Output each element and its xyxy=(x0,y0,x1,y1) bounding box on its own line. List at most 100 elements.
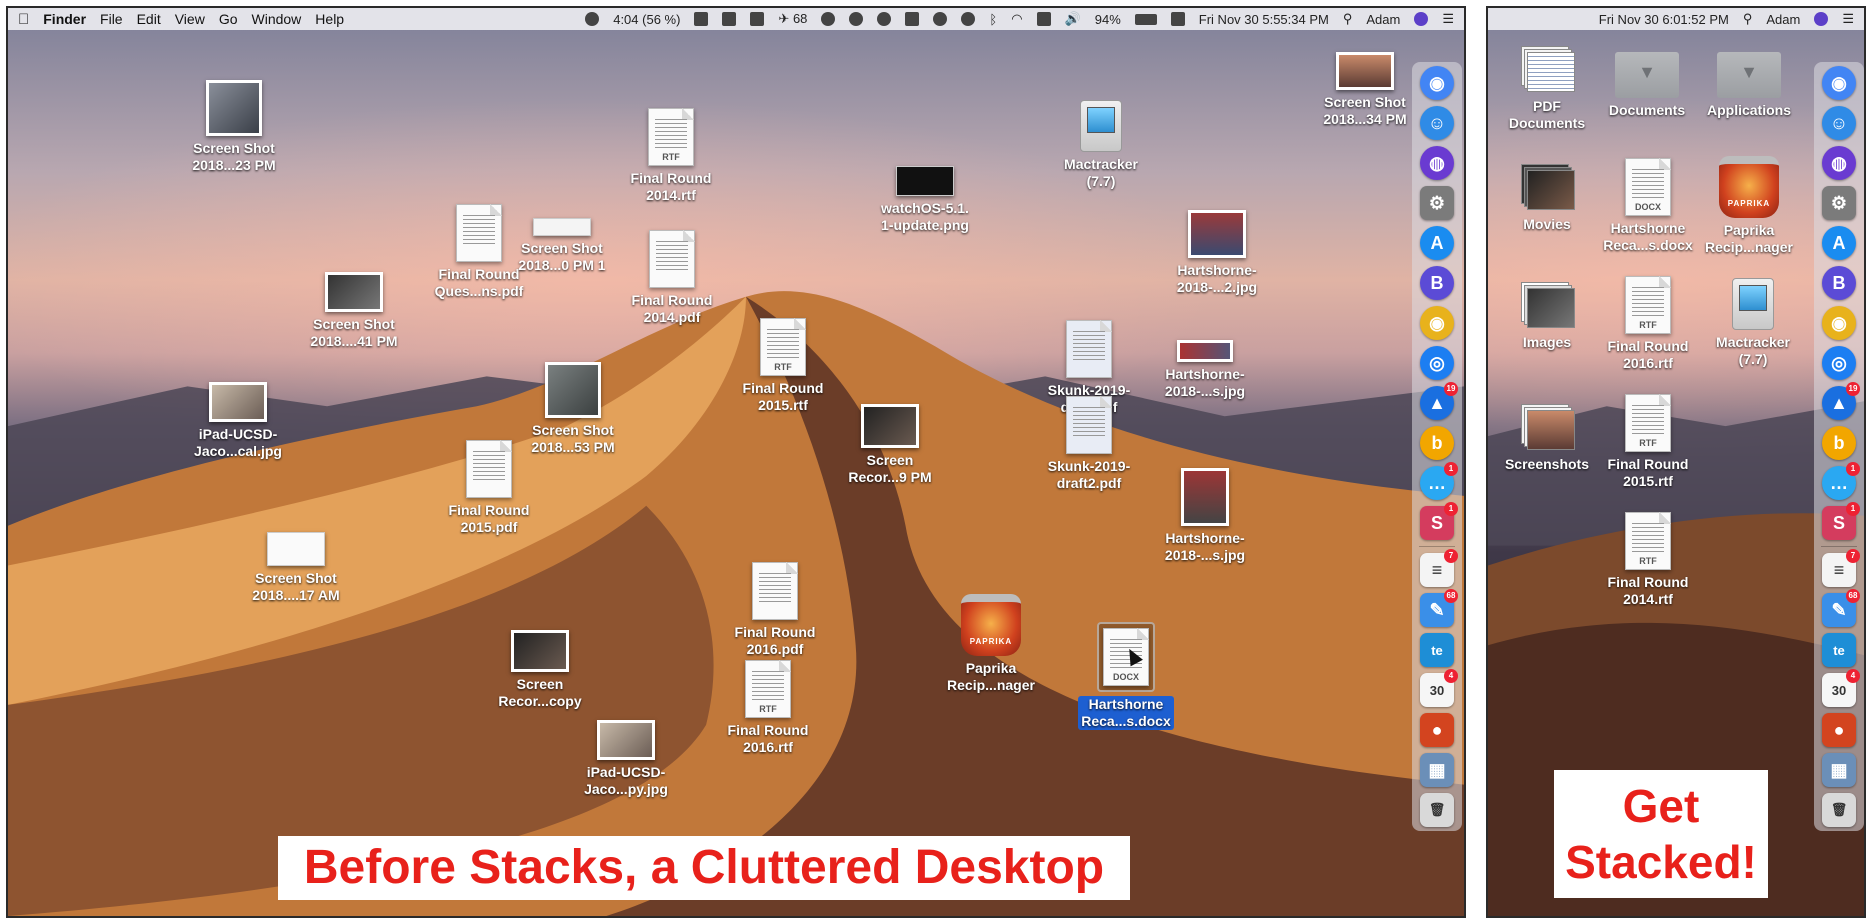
trash-icon[interactable]: 🗑 xyxy=(1822,793,1856,827)
desktop-item[interactable]: RTF Final Round 2015.rtf xyxy=(718,318,848,414)
desktop-item[interactable]: Mactracker (7.7) xyxy=(1688,278,1818,368)
menu-app-finder[interactable]: Finder xyxy=(43,11,86,27)
calendar-icon[interactable]: 30 4 xyxy=(1822,669,1860,707)
chrome-icon[interactable]: ◉ xyxy=(1420,66,1454,100)
notification-center-icon[interactable]: ☰ xyxy=(1842,11,1854,27)
notification-bell-icon[interactable] xyxy=(933,12,948,26)
desktop-item[interactable]: iPad-UCSD- Jaco...py.jpg xyxy=(561,720,691,798)
desktop-item[interactable]: Screen Recor...9 PM xyxy=(825,404,955,486)
bartender-icon[interactable] xyxy=(750,12,765,26)
desktop-item[interactable]: Hartshorne- 2018-...s.jpg xyxy=(1140,468,1270,564)
stack-item[interactable]: Applications xyxy=(1684,52,1814,119)
desktop-item-selected[interactable]: DOCX Hartshorne Reca...s.docx xyxy=(1061,622,1191,730)
messages-icon[interactable]: … 1 xyxy=(1822,462,1860,500)
safari-icon[interactable]: ◎ xyxy=(1420,346,1454,380)
desktop-item[interactable]: Screen Shot 2018....17 AM xyxy=(231,532,361,604)
chrome-icon[interactable]: ◉ xyxy=(1822,66,1856,100)
menu-edit[interactable]: Edit xyxy=(137,11,161,27)
mail-icon[interactable]: ✎ 68 xyxy=(1822,589,1860,627)
notification-center-icon[interactable]: ☰ xyxy=(1442,11,1454,27)
sync-icon[interactable] xyxy=(821,12,836,26)
preview-icon[interactable]: ▦ xyxy=(1822,753,1856,787)
apple-menu-icon[interactable]:  xyxy=(18,11,29,28)
info-icon[interactable] xyxy=(849,12,864,26)
airplay-icon[interactable] xyxy=(1036,12,1051,26)
user-name[interactable]: Adam xyxy=(1766,12,1800,27)
finder-icon[interactable]: ☺ xyxy=(1822,106,1856,140)
siri-menu-icon[interactable] xyxy=(1414,12,1429,26)
mail-icon[interactable]: ✎ 68 xyxy=(1420,589,1458,627)
chrome-canary-icon[interactable]: ◉ xyxy=(1822,306,1856,340)
spotlight-search-icon[interactable]: ⚲ xyxy=(1743,11,1753,27)
desktop-item[interactable]: PAPRIKA Paprika Recip...nager xyxy=(1684,156,1814,256)
menu-go[interactable]: Go xyxy=(219,11,238,27)
flight-count[interactable]: ✈ 68 xyxy=(778,11,807,27)
desktop-item[interactable]: Final Round 2015.pdf xyxy=(424,440,554,536)
airmail-icon[interactable]: ▲ 19 xyxy=(1420,382,1458,420)
menu-clock[interactable]: Fri Nov 30 6:01:52 PM xyxy=(1599,12,1729,27)
menu-view[interactable]: View xyxy=(175,11,205,27)
reminders-icon[interactable]: ≡ 7 xyxy=(1822,549,1860,587)
system-preferences-icon[interactable]: ⚙ xyxy=(1420,186,1454,220)
finder-icon[interactable]: ☺ xyxy=(1420,106,1454,140)
paprika-icon[interactable]: ● xyxy=(1420,713,1454,747)
trash-icon[interactable]: 🗑 xyxy=(1420,793,1454,827)
desktop-item[interactable]: RTF Final Round 2015.rtf xyxy=(1583,394,1713,490)
slack-icon[interactable]: S1 xyxy=(1420,502,1458,540)
desktop-item[interactable]: PAPRIKA Paprika Recip...nager xyxy=(926,594,1056,694)
desktop-item[interactable]: Screen Shot 2018....41 PM xyxy=(289,272,419,350)
menu-help[interactable]: Help xyxy=(315,11,344,27)
desktop-item[interactable]: iPad-UCSD- Jaco...cal.jpg xyxy=(173,382,303,460)
desktop-item[interactable]: Final Round 2016.pdf xyxy=(710,562,840,658)
app-store-icon[interactable]: A xyxy=(1420,226,1454,260)
plus-icon[interactable] xyxy=(905,12,920,26)
desktop-item[interactable]: RTF Final Round 2014.rtf xyxy=(1583,512,1713,608)
battery-percent[interactable]: 94% xyxy=(1095,12,1121,27)
menu-window[interactable]: Window xyxy=(252,11,302,27)
textexpander-icon[interactable]: te xyxy=(1822,633,1856,667)
desktop-item[interactable]: Mactracker (7.7) xyxy=(1036,100,1166,190)
siri-icon[interactable]: ◍ xyxy=(1822,146,1856,180)
chrome-canary-icon[interactable]: ◉ xyxy=(1420,306,1454,340)
time-machine-icon[interactable] xyxy=(961,12,976,26)
messages-icon[interactable]: … 1 xyxy=(1420,462,1458,500)
siri-icon[interactable]: ◍ xyxy=(1420,146,1454,180)
airmail-icon[interactable]: ▲ 19 xyxy=(1822,382,1860,420)
desktop-item[interactable]: Hartshorne- 2018-...s.jpg xyxy=(1140,340,1270,400)
battery-icon[interactable] xyxy=(1134,13,1157,25)
app-store-icon[interactable]: A xyxy=(1822,226,1856,260)
train-icon[interactable] xyxy=(722,12,737,26)
textexpander-icon[interactable]: te xyxy=(1420,633,1454,667)
desktop-item[interactable]: Screen Shot 2018...23 PM xyxy=(169,80,299,174)
menu-clock[interactable]: Fri Nov 30 5:55:34 PM xyxy=(1199,12,1329,27)
wifi-icon[interactable]: ◠ xyxy=(1011,11,1022,27)
desktop-item[interactable]: Screen Recor...copy xyxy=(475,630,605,710)
reminders-icon[interactable]: ≡ 7 xyxy=(1420,549,1458,587)
paprika-icon[interactable]: ● xyxy=(1822,713,1856,747)
safari-icon[interactable]: ◎ xyxy=(1822,346,1856,380)
system-preferences-icon[interactable]: ⚙ xyxy=(1822,186,1856,220)
spotlight-search-icon[interactable]: ⚲ xyxy=(1343,11,1353,27)
desktop-item[interactable]: RTF Final Round 2016.rtf xyxy=(703,660,833,756)
desktop-item[interactable]: watchOS-5.1. 1-update.png xyxy=(860,166,990,234)
bluetooth-icon[interactable]: ᛒ xyxy=(989,12,997,27)
display-icon[interactable] xyxy=(1170,12,1185,26)
desktop-item[interactable]: Screen Shot 2018...34 PM xyxy=(1300,52,1430,128)
preview-icon[interactable]: ▦ xyxy=(1420,753,1454,787)
bbedit-icon[interactable]: B xyxy=(1420,266,1454,300)
dropbox-icon[interactable] xyxy=(694,12,709,26)
cloud-upload-icon[interactable] xyxy=(877,12,892,26)
desktop-item[interactable]: Final Round 2014.pdf xyxy=(607,230,737,326)
volume-icon[interactable]: 🔊 xyxy=(1065,11,1081,27)
menu-file[interactable]: File xyxy=(100,11,123,27)
bing-icon[interactable]: b xyxy=(1822,426,1856,460)
bbedit-icon[interactable]: B xyxy=(1822,266,1856,300)
desktop-item[interactable]: RTF Final Round 2014.rtf xyxy=(606,108,736,204)
user-name[interactable]: Adam xyxy=(1366,12,1400,27)
creative-cloud-icon[interactable] xyxy=(585,12,600,26)
battery-timer[interactable]: 4:04 (56 %) xyxy=(613,12,680,27)
bing-icon[interactable]: b xyxy=(1420,426,1454,460)
siri-menu-icon[interactable] xyxy=(1814,12,1829,26)
desktop-item[interactable]: Skunk-2019- draft2.pdf xyxy=(1024,396,1154,492)
calendar-icon[interactable]: 30 4 xyxy=(1420,669,1458,707)
